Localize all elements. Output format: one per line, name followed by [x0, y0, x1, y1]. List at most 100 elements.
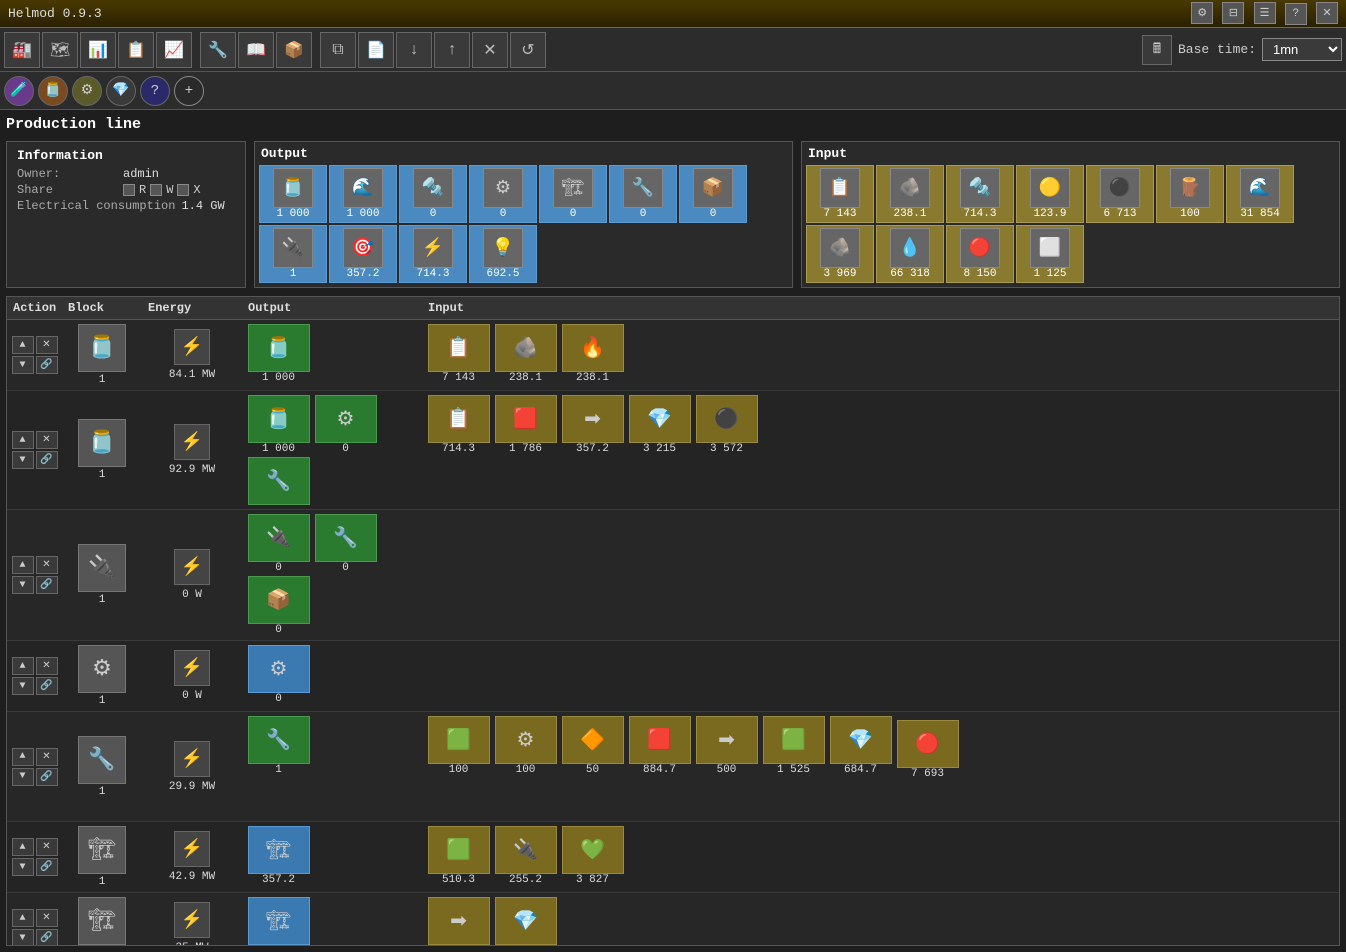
- graph-btn[interactable]: 📈: [156, 32, 192, 68]
- row2-up-btn[interactable]: ▲: [12, 431, 34, 449]
- close-icon-btn[interactable]: ✕: [1316, 2, 1338, 24]
- list-item[interactable]: ➡ 500: [694, 716, 759, 776]
- list-item[interactable]: 🫙 1 000: [246, 324, 311, 384]
- list-icon-btn[interactable]: ☰: [1254, 2, 1276, 24]
- download-btn[interactable]: ↓: [396, 32, 432, 68]
- row2-down-btn[interactable]: ▼: [12, 451, 34, 469]
- list-item[interactable]: 🟥 884.7: [627, 716, 692, 776]
- gear2-btn[interactable]: ⚙: [72, 76, 102, 106]
- map-btn[interactable]: 🗺: [42, 32, 78, 68]
- list-item[interactable]: 🔧 1: [246, 716, 311, 776]
- row2-link-btn[interactable]: 🔗: [36, 451, 58, 469]
- input-item-9[interactable]: 🔴8 150: [946, 225, 1014, 283]
- list-item[interactable]: ⚙ 100: [493, 716, 558, 776]
- chart-btn[interactable]: 📊: [80, 32, 116, 68]
- share-w-checkbox[interactable]: [150, 184, 162, 196]
- list-item[interactable]: 📋 714.3: [426, 395, 491, 455]
- list-item[interactable]: 🟩 510.3: [426, 826, 491, 886]
- share-x-checkbox[interactable]: [177, 184, 189, 196]
- list-item[interactable]: 🔧: [246, 457, 311, 505]
- refresh-btn[interactable]: ↺: [510, 32, 546, 68]
- input-item-7[interactable]: 🪨3 969: [806, 225, 874, 283]
- output-item-4[interactable]: 🏗0: [539, 165, 607, 223]
- list-item[interactable]: ➡ 182.3: [426, 897, 491, 946]
- list-item[interactable]: ⚙ 0: [313, 395, 378, 455]
- row1-down-btn[interactable]: ▼: [12, 356, 34, 374]
- copy-btn[interactable]: ⧉: [320, 32, 356, 68]
- input-item-1[interactable]: 🪨238.1: [876, 165, 944, 223]
- output-item-8[interactable]: 🎯357.2: [329, 225, 397, 283]
- input-item-0[interactable]: 📋7 143: [806, 165, 874, 223]
- help-icon-btn[interactable]: ?: [1285, 3, 1307, 25]
- list-item[interactable]: 💚 3 827: [560, 826, 625, 886]
- output-item-5[interactable]: 🔧0: [609, 165, 677, 223]
- list-item[interactable]: 📦 0: [246, 576, 311, 636]
- row2-block[interactable]: 🫙 1: [62, 391, 142, 509]
- row6-block[interactable]: 🏗 1: [62, 822, 142, 892]
- output-item-3[interactable]: ⚙0: [469, 165, 537, 223]
- row7-down-btn[interactable]: ▼: [12, 929, 34, 946]
- row3-down-btn[interactable]: ▼: [12, 576, 34, 594]
- list-item[interactable]: 📋 7 143: [426, 324, 491, 384]
- base-time-select[interactable]: 1mn 1s 1h: [1262, 38, 1342, 61]
- row4-down-btn[interactable]: ▼: [12, 677, 34, 695]
- list-item[interactable]: ➡ 357.2: [560, 395, 625, 455]
- filter-icon-btn[interactable]: ⊟: [1222, 2, 1244, 24]
- row6-down-btn[interactable]: ▼: [12, 858, 34, 876]
- row5-block[interactable]: 🔧 1: [62, 712, 142, 821]
- row2-delete-btn[interactable]: ✕: [36, 431, 58, 449]
- output-item-10[interactable]: 💡692.5: [469, 225, 537, 283]
- row5-down-btn[interactable]: ▼: [12, 768, 34, 786]
- row1-link-btn[interactable]: 🔗: [36, 356, 58, 374]
- factory-btn[interactable]: 🏭: [4, 32, 40, 68]
- row3-delete-btn[interactable]: ✕: [36, 556, 58, 574]
- list-item[interactable]: 🪨 238.1: [493, 324, 558, 384]
- potion-btn[interactable]: 🫙: [38, 76, 68, 106]
- list-item[interactable]: 💎 624.8: [493, 897, 558, 946]
- output-item-7[interactable]: 🔌1: [259, 225, 327, 283]
- row1-up-btn[interactable]: ▲: [12, 336, 34, 354]
- row6-up-btn[interactable]: ▲: [12, 838, 34, 856]
- flask-btn[interactable]: 🧪: [4, 76, 34, 106]
- row4-block[interactable]: ⚙ 1: [62, 641, 142, 711]
- list-item[interactable]: 🟩 1 525: [761, 716, 826, 776]
- list-item[interactable]: 🔌 0: [246, 514, 311, 574]
- row5-link-btn[interactable]: 🔗: [36, 768, 58, 786]
- row5-delete-btn[interactable]: ✕: [36, 748, 58, 766]
- row7-block[interactable]: 🏗 1: [62, 893, 142, 946]
- paste-btn[interactable]: 📄: [358, 32, 394, 68]
- box-btn[interactable]: 📦: [276, 32, 312, 68]
- input-item-10[interactable]: ⬜1 125: [1016, 225, 1084, 283]
- row3-up-btn[interactable]: ▲: [12, 556, 34, 574]
- list-item[interactable]: 💎 3 215: [627, 395, 692, 455]
- list-item[interactable]: 🔌 255.2: [493, 826, 558, 886]
- help2-btn[interactable]: ?: [140, 76, 170, 106]
- row6-delete-btn[interactable]: ✕: [36, 838, 58, 856]
- delete-btn[interactable]: ✕: [472, 32, 508, 68]
- share-r-checkbox[interactable]: [123, 184, 135, 196]
- settings-icon-btn[interactable]: ⚙: [1191, 2, 1213, 24]
- list-item[interactable]: 🟥 1 786: [493, 395, 558, 455]
- list-item[interactable]: ⚙ 0: [246, 645, 311, 705]
- list-item[interactable]: 🏗 357.2: [246, 826, 311, 886]
- book-btn[interactable]: 📖: [238, 32, 274, 68]
- list-item[interactable]: 🏗 255.2: [246, 897, 311, 946]
- list-item[interactable]: 🔥 238.1: [560, 324, 625, 384]
- input-item-4[interactable]: ⚫6 713: [1086, 165, 1154, 223]
- list-item[interactable]: 🔶 50: [560, 716, 625, 776]
- input-item-3[interactable]: 🟡123.9: [1016, 165, 1084, 223]
- add-btn[interactable]: +: [174, 76, 204, 106]
- row4-delete-btn[interactable]: ✕: [36, 657, 58, 675]
- row5-up-btn[interactable]: ▲: [12, 748, 34, 766]
- input-item-5[interactable]: 🪵100: [1156, 165, 1224, 223]
- row7-up-btn[interactable]: ▲: [12, 909, 34, 927]
- row6-link-btn[interactable]: 🔗: [36, 858, 58, 876]
- list-item[interactable]: 🟩 100: [426, 716, 491, 776]
- input-item-8[interactable]: 💧66 318: [876, 225, 944, 283]
- input-item-2[interactable]: 🔩714.3: [946, 165, 1014, 223]
- crystal-btn[interactable]: 💎: [106, 76, 136, 106]
- output-item-1[interactable]: 🌊1 000: [329, 165, 397, 223]
- list-item[interactable]: ⚫ 3 572: [694, 395, 759, 455]
- output-item-2[interactable]: 🔩0: [399, 165, 467, 223]
- list-item[interactable]: 🔧 0: [313, 514, 378, 574]
